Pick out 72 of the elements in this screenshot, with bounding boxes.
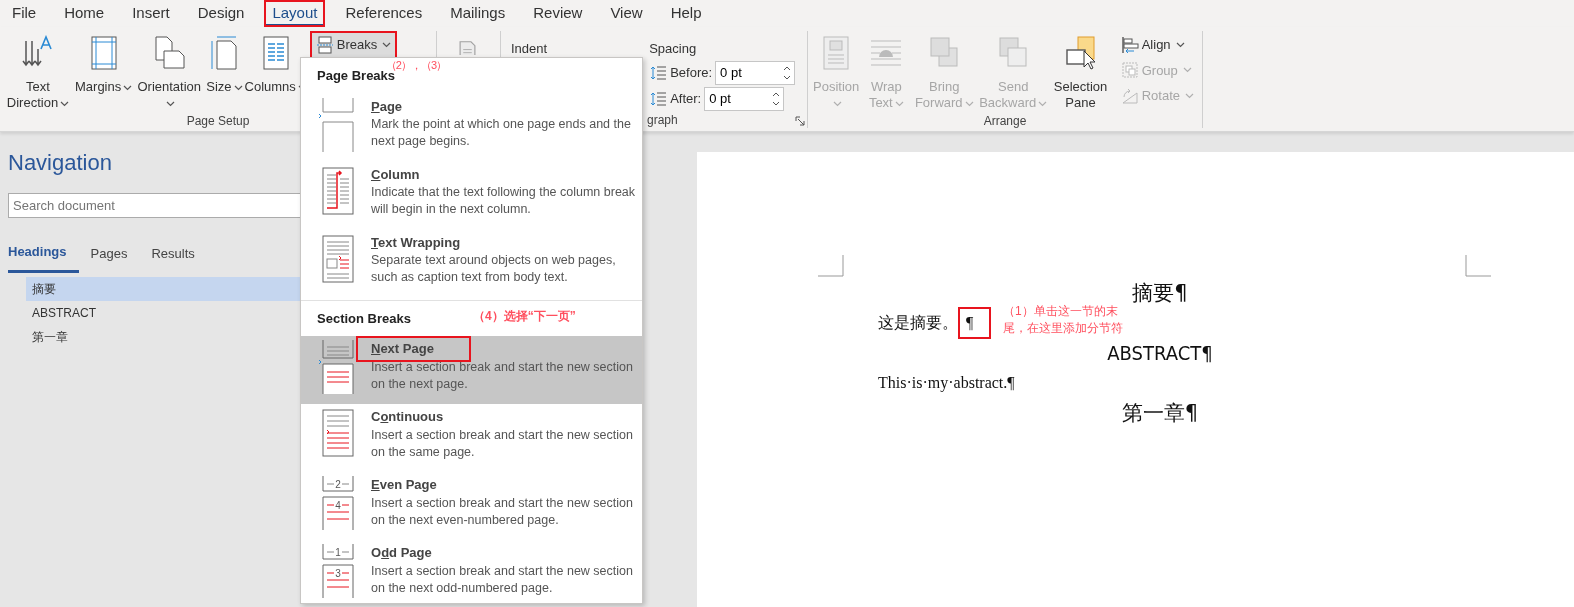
menu-tab[interactable]: References <box>337 0 431 27</box>
spacing-icon <box>649 89 668 108</box>
menu-tab[interactable]: Review <box>525 0 591 27</box>
menu-item[interactable]: Continuous Insert a section break and start the new section on the same page. <box>301 404 642 472</box>
field-label: After: <box>670 89 702 108</box>
page-break-icon <box>319 96 357 153</box>
body-text: This·is·my·abstract.¶ <box>878 373 1016 394</box>
menu-tab[interactable]: Mailings <box>442 0 514 27</box>
menu-tab[interactable]: Layout <box>264 0 326 27</box>
selection-pane-icon <box>1063 35 1098 71</box>
menu-tab[interactable]: Home <box>56 0 113 27</box>
menu-tab[interactable]: View <box>602 0 651 27</box>
ribbon-button[interactable]: Size <box>205 33 244 97</box>
spinner-icon[interactable] <box>772 90 781 107</box>
pane-tab[interactable]: Pages <box>90 238 140 273</box>
menu-item-description: Separate text around objects on web pages, such as caption text from body text. <box>371 252 617 286</box>
field-label: Before: <box>670 63 713 82</box>
spinner-icon[interactable] <box>783 64 792 81</box>
heading-text: 第一章¶ <box>1121 400 1199 427</box>
menu-item-description: Insert a section break and start the new section on the next odd-numbered page. <box>371 562 634 597</box>
spin-field[interactable]: 0 pt <box>704 86 785 111</box>
menu-item[interactable]: 2 4 Even Page Insert a section break and start the new section on the next even-numbered page. <box>301 472 642 540</box>
menu-item-title: Next Page <box>359 339 468 359</box>
menu-item-description: Insert a section break and start the new section on the next even-numbered page. <box>371 494 634 529</box>
group-label: Arrange <box>983 113 1027 129</box>
menu-item-description: Indicate that the text following the column break will begin in the next column. <box>371 184 636 218</box>
group-heading: Spacing <box>649 40 698 58</box>
page-break-icon <box>315 35 334 54</box>
menu-item-description: Insert a section break and start the new section on the same page. <box>371 426 634 461</box>
menu-item-title: Continuous <box>370 408 445 426</box>
spin-field[interactable]: 0 pt <box>715 60 796 85</box>
annotation-text: （4）选择“下一页” <box>473 307 576 325</box>
group-label: Page Setup <box>186 113 250 129</box>
menu-item-title: Even Page <box>370 476 438 494</box>
menu-item-description: Mark the point at which one page ends and the next page begins. <box>371 116 632 150</box>
margin-corner-mark <box>1465 255 1491 277</box>
group-label: graph <box>647 112 678 128</box>
ribbon-button[interactable]: Margins <box>74 33 134 97</box>
menu-tab[interactable]: File <box>4 0 45 27</box>
menu-item-title: Text Wrapping <box>370 233 462 252</box>
annotation-text: （1）单击这一节的末尾，在这里添加分节符 <box>1003 303 1124 337</box>
menu-item[interactable]: 1 3 Odd Page Insert a section break and start the new section on the next odd-numbered page. <box>301 540 642 607</box>
margin-corner-mark <box>818 255 844 277</box>
group-heading: Indent <box>511 40 548 58</box>
ribbon-button[interactable]: Selection Pane <box>1050 33 1111 113</box>
menu-tab[interactable]: Design <box>189 0 253 27</box>
heading-text: ABSTRACT¶ <box>1107 340 1213 367</box>
pane-title: Navigation <box>8 149 113 177</box>
orientation-icon <box>152 35 187 71</box>
body-text: 这是摘要。 <box>878 313 958 333</box>
next-page-break-icon <box>319 339 357 395</box>
dialog-launcher-icon[interactable] <box>795 116 805 126</box>
heading-text: 摘要¶ <box>1132 280 1188 307</box>
group-icon <box>1120 61 1139 80</box>
pane-tab[interactable]: Results <box>151 238 207 273</box>
paragraph-mark: ¶ <box>960 309 990 337</box>
ribbon-button[interactable]: Align <box>1116 33 1198 57</box>
menu-tab[interactable]: Insert <box>124 0 178 27</box>
menu-item-title: Odd Page <box>370 544 433 562</box>
ribbon-button[interactable]: Orientation <box>133 33 206 113</box>
menu-item[interactable]: Next Page Insert a section break and start the new section on the next page. <box>301 336 642 404</box>
spacing-icon <box>649 63 668 82</box>
pane-tab[interactable]: Headings <box>8 238 79 273</box>
menu-section-title: Section Breaks <box>317 310 411 326</box>
menu-tab[interactable]: Help <box>662 0 710 27</box>
annotation-text: （2），（3） <box>385 58 447 71</box>
menu-item-title: Column <box>370 165 421 184</box>
menu-item-description: Insert a section break and start the new section on the next page. <box>371 358 634 393</box>
align-icon <box>1120 35 1139 54</box>
ribbon-button[interactable]: Text Direction <box>2 33 74 113</box>
rotate-icon <box>1120 86 1139 105</box>
menu-item-title: Page <box>370 97 404 116</box>
